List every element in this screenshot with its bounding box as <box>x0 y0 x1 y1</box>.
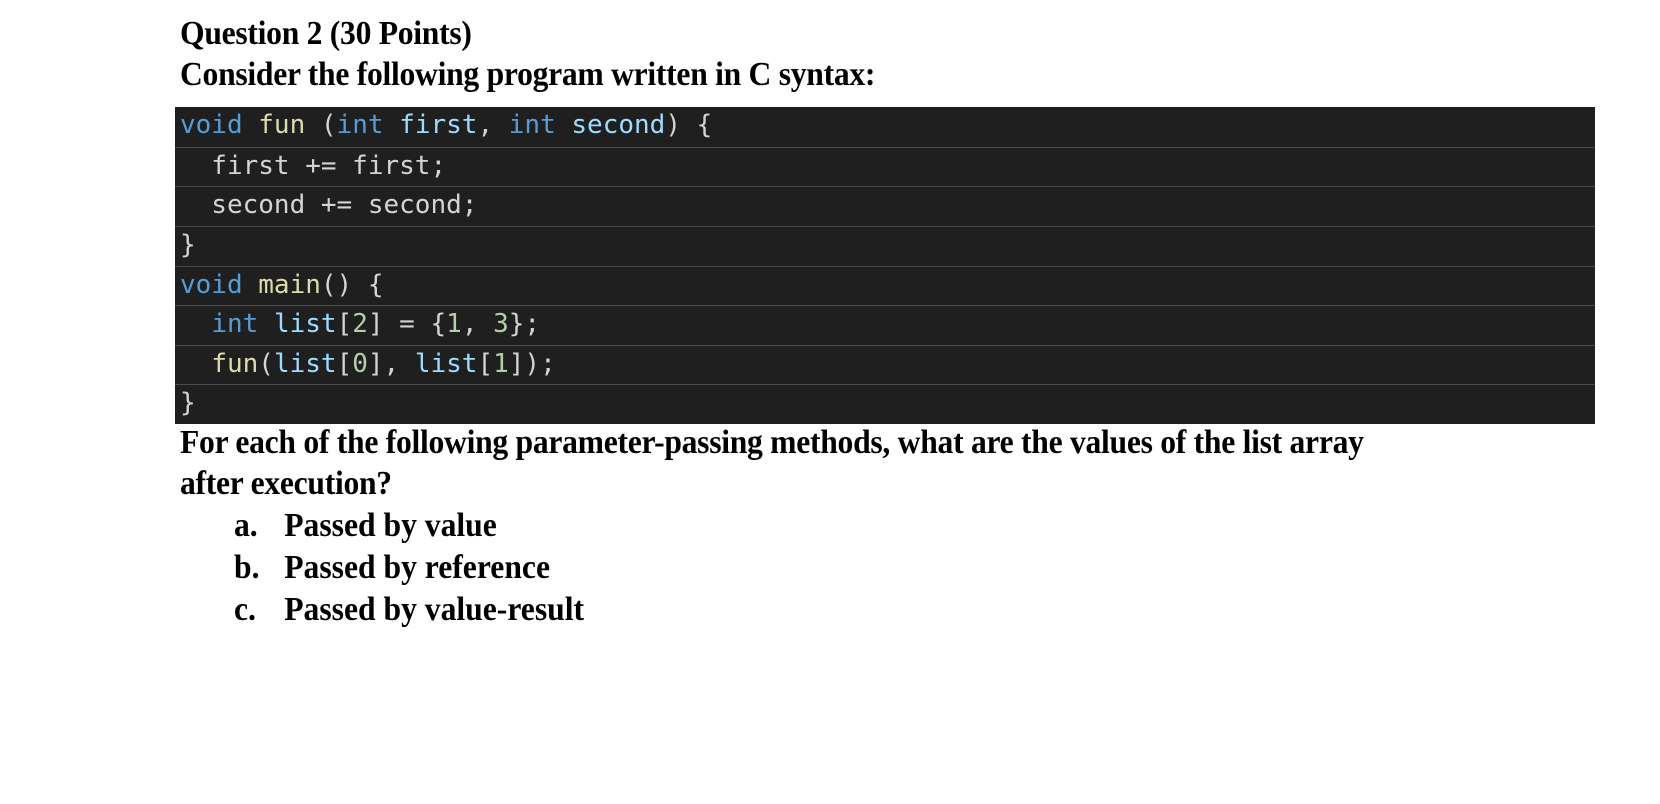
option-marker: b. <box>234 549 260 586</box>
code-block: void fun (int first, int second) { first… <box>175 107 1595 424</box>
option-b: b. Passed by reference <box>234 549 550 587</box>
code-token: ( <box>258 348 274 379</box>
code-token: ] = { <box>367 309 447 340</box>
code-line: int list[2] = {1, 3}; <box>175 305 1595 345</box>
code-token: }; <box>508 309 541 340</box>
code-line: first += first; <box>175 146 1595 187</box>
code-token: 2 <box>352 309 368 340</box>
question-intro: Consider the following program written i… <box>180 56 876 93</box>
code-token: second += second; <box>180 190 478 221</box>
code-token: 3 <box>493 309 509 340</box>
code-token: list <box>414 348 478 379</box>
code-line: void fun (int first, int second) { <box>175 107 1595 147</box>
option-label: Passed by value-result <box>284 591 585 628</box>
option-marker: c. <box>234 591 256 628</box>
code-token: first += first; <box>180 150 447 181</box>
option-label: Passed by value <box>284 507 497 544</box>
code-token: first <box>399 110 478 140</box>
code-token: [ <box>336 309 353 340</box>
code-token: main <box>258 269 321 300</box>
code-token: int <box>508 110 556 140</box>
code-token: int <box>211 309 259 340</box>
code-token: list <box>273 309 337 340</box>
option-c: c. Passed by value-result <box>234 591 584 629</box>
question-prompt-line-2: after execution? <box>180 465 392 502</box>
code-token: fun <box>258 110 306 140</box>
option-a: a. Passed by value <box>234 507 497 545</box>
code-token: fun <box>211 348 259 379</box>
code-token: ]); <box>508 348 556 379</box>
code-token: ( <box>305 110 337 140</box>
question-title: Question 2 (30 Points) <box>180 15 472 52</box>
code-token: } <box>180 388 196 419</box>
code-line: } <box>175 225 1595 266</box>
code-token: void <box>180 269 243 300</box>
code-token: , <box>461 309 494 340</box>
code-token: list <box>273 348 337 379</box>
code-token: 1 <box>446 309 462 340</box>
code-token: () { <box>320 269 384 300</box>
option-marker: a. <box>234 507 258 544</box>
code-token: second <box>571 110 666 140</box>
code-token: void <box>180 110 243 140</box>
code-token: [ <box>336 348 353 379</box>
code-token: , <box>477 110 509 140</box>
code-line: } <box>175 384 1595 424</box>
code-token: 1 <box>493 348 509 379</box>
code-token: ) { <box>665 110 713 140</box>
code-line: second += second; <box>175 186 1595 226</box>
code-token: ], <box>367 348 415 379</box>
code-token: [ <box>477 348 494 379</box>
code-token: 0 <box>352 348 368 379</box>
code-token: int <box>336 110 384 140</box>
question-prompt-line-1: For each of the following parameter-pass… <box>180 424 1364 461</box>
option-label: Passed by reference <box>284 549 550 586</box>
code-token: } <box>180 229 196 260</box>
code-line: void main() { <box>175 265 1595 306</box>
code-line: fun(list[0], list[1]); <box>175 344 1595 385</box>
